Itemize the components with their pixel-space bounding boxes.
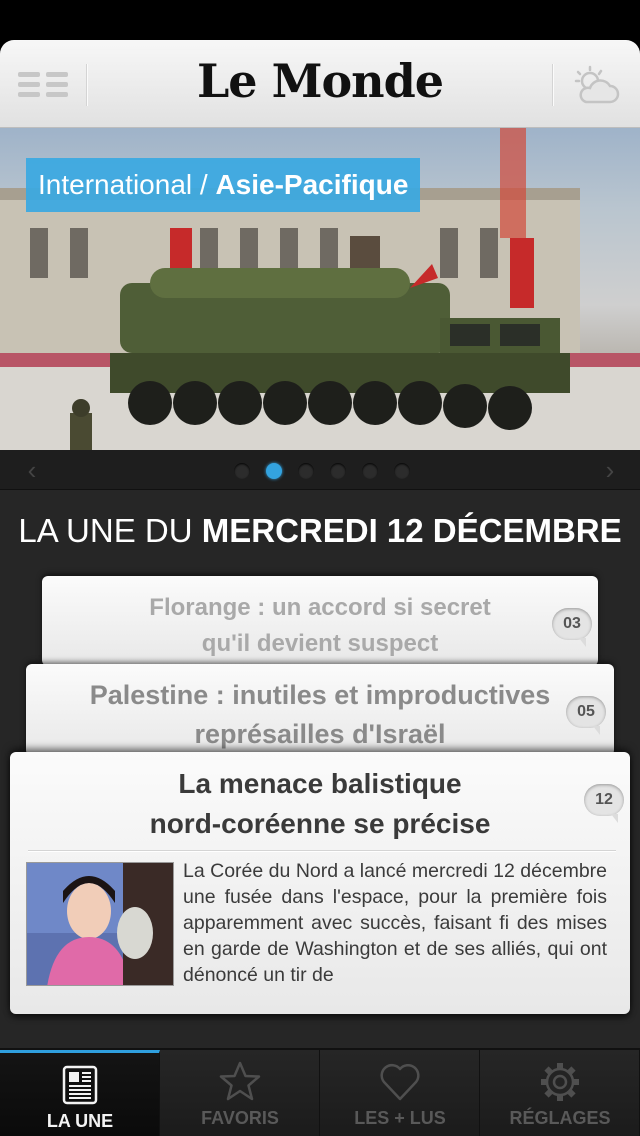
comment-count-badge[interactable]: 05 [566, 696, 606, 735]
subcategory-label: Asie-Pacifique [215, 169, 409, 200]
article-title-line: La menace balistique [178, 768, 462, 799]
front-page-section: LA UNE DU MERCREDI 12 DÉCEMBRE Florange … [0, 490, 640, 1048]
article-title-line: nord-coréenne se précise [149, 808, 491, 839]
gear-icon [538, 1060, 582, 1104]
article-title-line: qu'il devient suspect [201, 630, 439, 657]
article-card-expanded[interactable]: La menace balistique nord-coréenne se pr… [10, 752, 630, 1014]
newspaper-icon [58, 1063, 102, 1107]
tab-bar: LA UNE FAVORIS LES + LUS RÉGLAGES [0, 1048, 640, 1136]
tab-favoris[interactable]: FAVORIS [160, 1050, 320, 1136]
chevron-left-icon[interactable]: ‹ [20, 456, 44, 484]
category-separator: / [192, 169, 216, 200]
category-tag[interactable]: International / Asie-Pacifique [26, 158, 421, 212]
page-dot[interactable] [394, 463, 410, 479]
comment-count-badge[interactable]: 12 [584, 784, 624, 823]
page-dot[interactable] [330, 463, 346, 479]
article-title-line: Palestine : inutiles et improductives [89, 680, 551, 710]
page-dot[interactable] [298, 463, 314, 479]
category-label: International [38, 169, 193, 200]
tab-label: RÉGLAGES [509, 1108, 611, 1128]
tab-les-plus-lus[interactable]: LES + LUS [320, 1050, 480, 1136]
article-title-line: représailles d'Israël [194, 719, 446, 749]
tab-label: FAVORIS [201, 1108, 279, 1128]
article-title: Palestine : inutiles et improductives re… [26, 676, 614, 754]
header: Le Monde [0, 40, 640, 128]
app-window: Le Monde International / Asie-Pacifique … [0, 40, 640, 1136]
hero-image[interactable]: International / Asie-Pacifique [0, 128, 640, 450]
comment-count-badge[interactable]: 03 [552, 608, 592, 647]
page-dot-active[interactable] [266, 463, 282, 479]
article-title: La menace balistique nord-coréenne se pr… [10, 764, 630, 844]
article-thumbnail[interactable] [26, 862, 174, 986]
tab-label: LES + LUS [354, 1108, 446, 1128]
page-dot[interactable] [362, 463, 378, 479]
article-title-line: Florange : un accord si secret [149, 594, 491, 621]
hamburger-menu-icon[interactable] [14, 66, 74, 102]
header-divider [552, 64, 554, 106]
header-divider [86, 64, 88, 106]
carousel-pager: ‹ › [0, 450, 640, 490]
tab-label: LA UNE [46, 1111, 114, 1131]
article-title: Florange : un accord si secret qu'il dev… [42, 590, 598, 662]
logo: Le Monde [196, 54, 444, 108]
weather-cloud-sun-icon[interactable] [572, 64, 620, 108]
tab-reglages[interactable]: RÉGLAGES [480, 1050, 640, 1136]
section-title-prefix: LA UNE DU [18, 512, 202, 549]
section-title-date: MERCREDI 12 DÉCEMBRE [201, 512, 622, 549]
heart-icon [378, 1060, 422, 1104]
tab-la-une[interactable]: LA UNE [0, 1050, 160, 1136]
page-dot[interactable] [234, 463, 250, 479]
article-excerpt: La Corée du Nord a lancé mercredi 12 déc… [183, 860, 607, 986]
star-icon [218, 1060, 262, 1104]
card-divider [28, 850, 616, 852]
article-card[interactable]: Palestine : inutiles et improductives re… [26, 664, 614, 756]
section-title: LA UNE DU MERCREDI 12 DÉCEMBRE [0, 512, 640, 550]
status-bar [0, 0, 640, 40]
chevron-right-icon[interactable]: › [598, 456, 622, 484]
article-card[interactable]: Florange : un accord si secret qu'il dev… [42, 576, 598, 666]
